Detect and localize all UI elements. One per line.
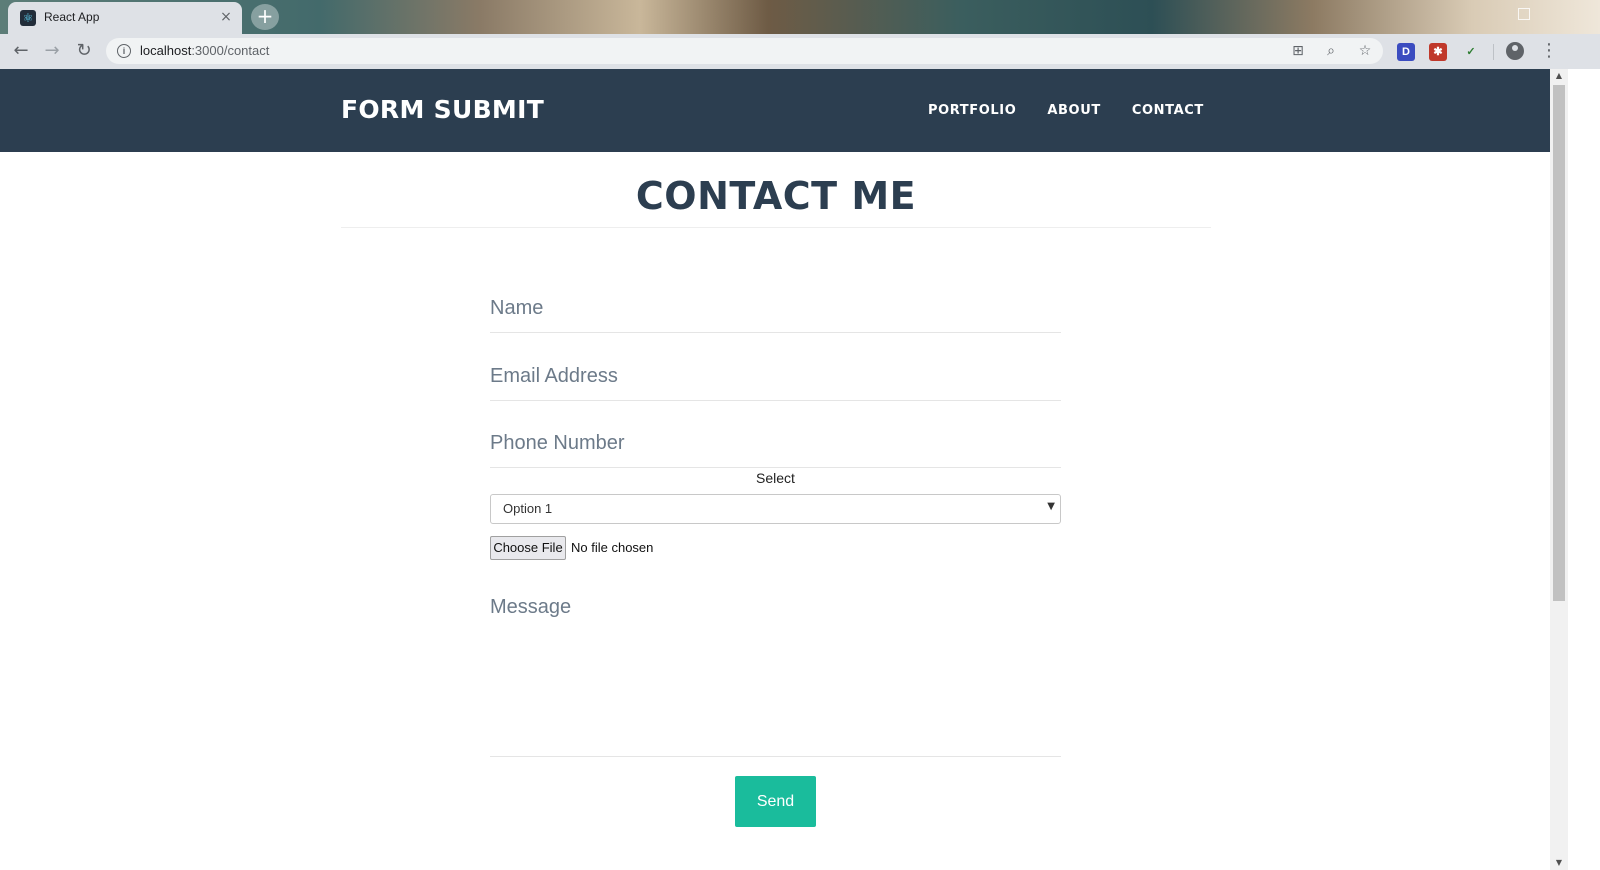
- nav-link-portfolio[interactable]: PORTFOLIO: [928, 103, 1016, 118]
- profile-avatar-icon[interactable]: [1506, 42, 1524, 60]
- email-input[interactable]: [490, 352, 1061, 400]
- back-arrow-icon[interactable]: ←: [8, 38, 34, 64]
- zoom-icon[interactable]: ⌕: [1321, 41, 1341, 61]
- site-info-icon[interactable]: i: [117, 44, 131, 58]
- page-scrollbar[interactable]: ▲ ▼: [1550, 69, 1568, 870]
- kebab-menu-icon[interactable]: ⋮: [1540, 40, 1558, 62]
- bookmark-star-icon[interactable]: ☆: [1355, 41, 1375, 61]
- option-select[interactable]: Option 1 ▼: [490, 494, 1061, 524]
- tab-title: React App: [44, 10, 100, 24]
- address-url: localhost:3000/contact: [140, 43, 270, 58]
- phone-field: [490, 420, 1061, 468]
- phone-input[interactable]: [490, 420, 1061, 467]
- browser-toolbar: ← → ↻ i localhost:3000/contact ⊞ ⌕ ☆ D ✱…: [0, 34, 1600, 69]
- page-title: CONTACT ME: [635, 174, 917, 218]
- message-textarea[interactable]: [490, 596, 1061, 756]
- translate-icon[interactable]: ⊞: [1288, 41, 1308, 61]
- nav-link-contact[interactable]: CONTACT: [1132, 103, 1204, 118]
- window-edge: [1568, 69, 1600, 870]
- dropdown-caret-icon: ▼: [1047, 501, 1055, 512]
- site-navbar: FORM SUBMIT PORTFOLIO ABOUT CONTACT: [0, 69, 1550, 152]
- red-extension-icon[interactable]: ✱: [1429, 43, 1447, 61]
- browser-tabstrip: ⚛ React App × +: [0, 0, 1600, 34]
- green-extension-icon[interactable]: ✓: [1462, 43, 1480, 61]
- select-value: Option 1: [503, 501, 553, 516]
- name-field: [490, 284, 1061, 333]
- message-field: [490, 596, 1061, 757]
- d-extension-icon[interactable]: D: [1397, 43, 1415, 61]
- scroll-up-arrow-icon[interactable]: ▲: [1550, 69, 1568, 83]
- forward-arrow-icon[interactable]: →: [39, 38, 65, 64]
- tab-close-icon[interactable]: ×: [218, 9, 234, 25]
- browser-tab[interactable]: ⚛ React App ×: [8, 2, 242, 34]
- name-input[interactable]: [490, 284, 1061, 332]
- scroll-down-arrow-icon[interactable]: ▼: [1550, 856, 1568, 870]
- brand-logo-text[interactable]: FORM SUBMIT: [341, 95, 544, 124]
- select-label: Select: [756, 470, 795, 486]
- scrollbar-thumb[interactable]: [1553, 85, 1565, 601]
- toolbar-separator: [1493, 44, 1494, 60]
- email-field: [490, 352, 1061, 401]
- nav-link-about[interactable]: ABOUT: [1047, 103, 1100, 118]
- send-button[interactable]: Send: [735, 776, 816, 827]
- reload-icon[interactable]: ↻: [71, 38, 97, 64]
- window-restore-icon[interactable]: [1518, 8, 1530, 20]
- file-status-text: No file chosen: [571, 540, 654, 555]
- nav-links: PORTFOLIO ABOUT CONTACT: [928, 103, 1235, 118]
- choose-file-button[interactable]: Choose File: [490, 536, 566, 560]
- react-favicon-icon: ⚛: [20, 10, 36, 26]
- new-tab-button[interactable]: +: [251, 4, 279, 30]
- title-divider: [341, 227, 1211, 228]
- address-bar[interactable]: i localhost:3000/contact ⊞ ⌕ ☆: [106, 38, 1383, 64]
